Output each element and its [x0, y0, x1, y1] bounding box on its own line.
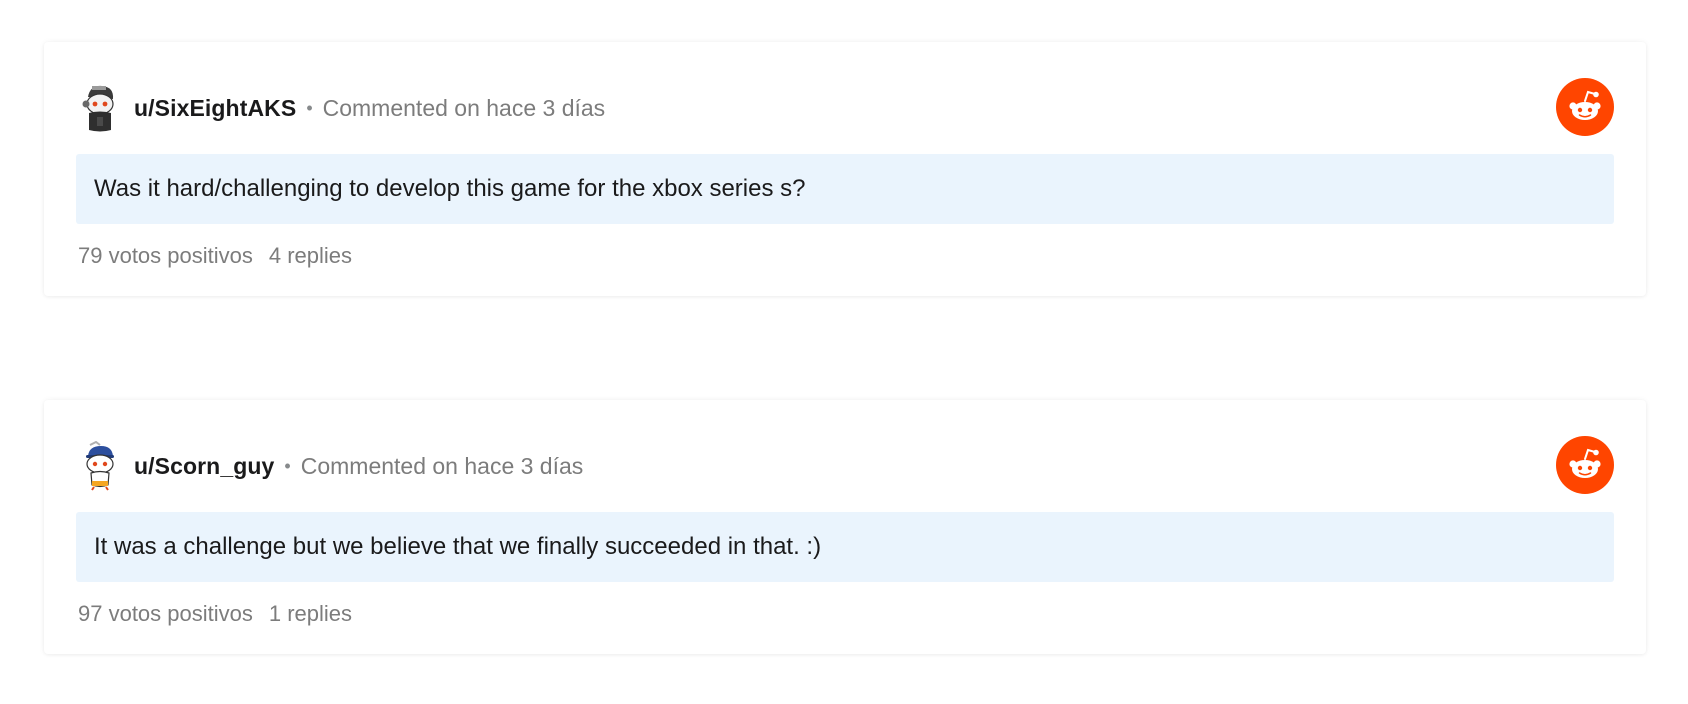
comment-header: u/SixEightAKS • Commented on hace 3 días	[78, 82, 605, 134]
comment-card: u/Scorn_guy • Commented on hace 3 días I…	[44, 400, 1646, 654]
reddit-logo-icon[interactable]	[1556, 78, 1614, 136]
meta-separator: •	[284, 455, 291, 476]
comment-card: u/SixEightAKS • Commented on hace 3 días	[44, 42, 1646, 296]
comment-footer: 79 votos positivos 4 replies	[78, 238, 352, 274]
snoo-avatar-icon[interactable]	[78, 82, 122, 134]
comment-body: Was it hard/challenging to develop this …	[76, 154, 1614, 224]
comment-timestamp: Commented on hace 3 días	[300, 452, 584, 479]
comment-body: It was a challenge but we believe that w…	[76, 512, 1614, 582]
comment-footer: 97 votos positivos 1 replies	[78, 596, 352, 632]
comment-header: u/Scorn_guy • Commented on hace 3 días	[78, 440, 583, 492]
replies-link[interactable]: 4 replies	[269, 243, 352, 269]
replies-link[interactable]: 1 replies	[269, 601, 352, 627]
meta-separator: •	[306, 97, 313, 118]
comment-username[interactable]: u/SixEightAKS	[134, 95, 296, 122]
comment-username[interactable]: u/Scorn_guy	[134, 453, 274, 480]
snoo-avatar-icon[interactable]	[78, 440, 122, 492]
comment-timestamp: Commented on hace 3 días	[322, 94, 606, 121]
reddit-logo-icon[interactable]	[1556, 436, 1614, 494]
upvote-count: 97 votos positivos	[78, 601, 253, 626]
comments-page: u/SixEightAKS • Commented on hace 3 días	[0, 0, 1688, 704]
upvote-count: 79 votos positivos	[78, 243, 253, 268]
